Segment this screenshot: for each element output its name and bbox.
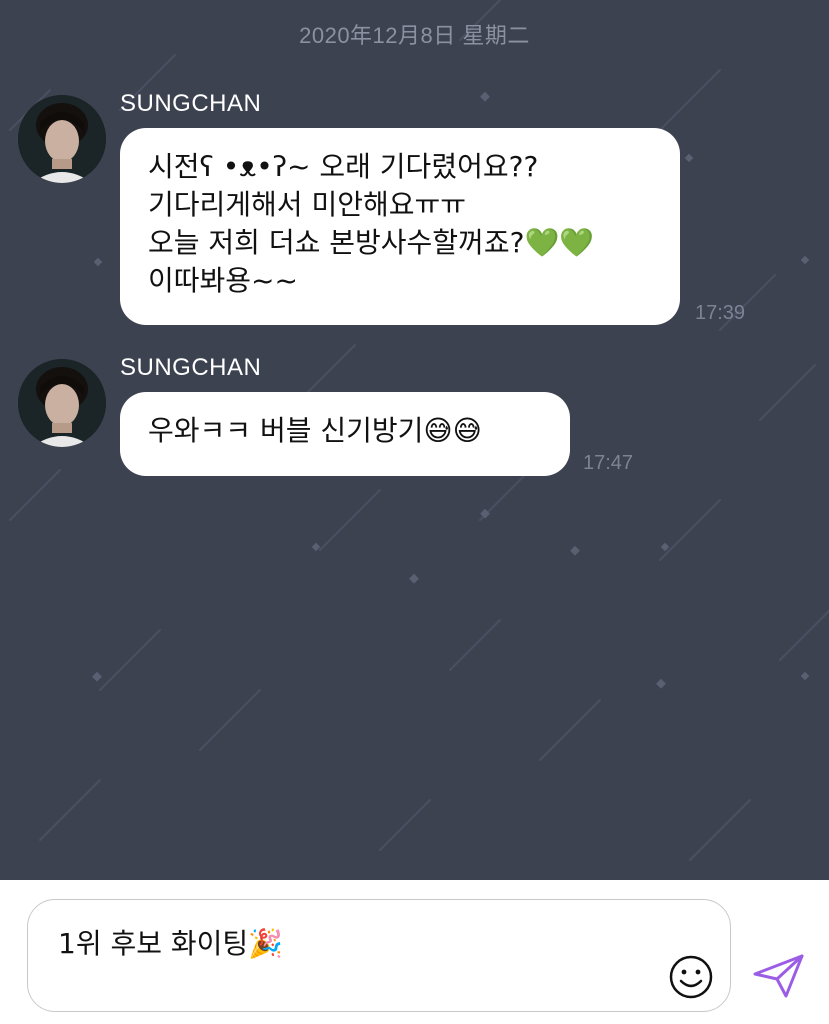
- message-bubble[interactable]: 우와ㅋㅋ 버블 신기방기😅😅: [120, 392, 570, 476]
- sender-name: SUNGCHAN: [120, 354, 262, 381]
- sender-name: SUNGCHAN: [120, 90, 262, 117]
- profile-photo: [18, 359, 106, 447]
- message-timestamp: 17:47: [583, 452, 634, 474]
- message-bubble[interactable]: 시전ʕ •ᴥ•ʔ~ 오래 기다렸어요?? 기다리게해서 미안해요ㅠㅠ 오늘 저희…: [120, 128, 680, 325]
- message-line: 기다리게해서 미안해요ㅠㅠ: [148, 188, 467, 221]
- send-button[interactable]: [752, 952, 806, 1000]
- chat-area[interactable]: 2020年12月8日 星期二 SUNGCHAN 시전ʕ •ᴥ•ʔ~ 오래 기다렸…: [0, 0, 829, 880]
- profile-photo: [18, 95, 106, 183]
- message-input[interactable]: 1위 후보 화이팅🎉: [27, 899, 731, 1012]
- message-line: 이따봐용~~: [148, 264, 298, 297]
- avatar[interactable]: [18, 95, 106, 183]
- message-line: 오늘 저희 더쇼 본방사수할꺼죠?💚💚: [148, 226, 595, 259]
- message-line: 시전ʕ •ᴥ•ʔ~ 오래 기다렸어요??: [148, 150, 539, 183]
- message-line: 우와ㅋㅋ 버블 신기방기😅😅: [148, 414, 482, 447]
- paper-plane-icon: [753, 954, 804, 998]
- composer-bar: 1위 후보 화이팅🎉: [0, 880, 829, 1024]
- message-timestamp: 17:39: [695, 302, 746, 324]
- date-divider: 2020年12月8日 星期二: [299, 23, 530, 48]
- message-input-text: 1위 후보 화이팅🎉: [58, 927, 284, 960]
- emoji-button[interactable]: [668, 954, 714, 1000]
- smiley-icon: [669, 955, 713, 999]
- avatar[interactable]: [18, 359, 106, 447]
